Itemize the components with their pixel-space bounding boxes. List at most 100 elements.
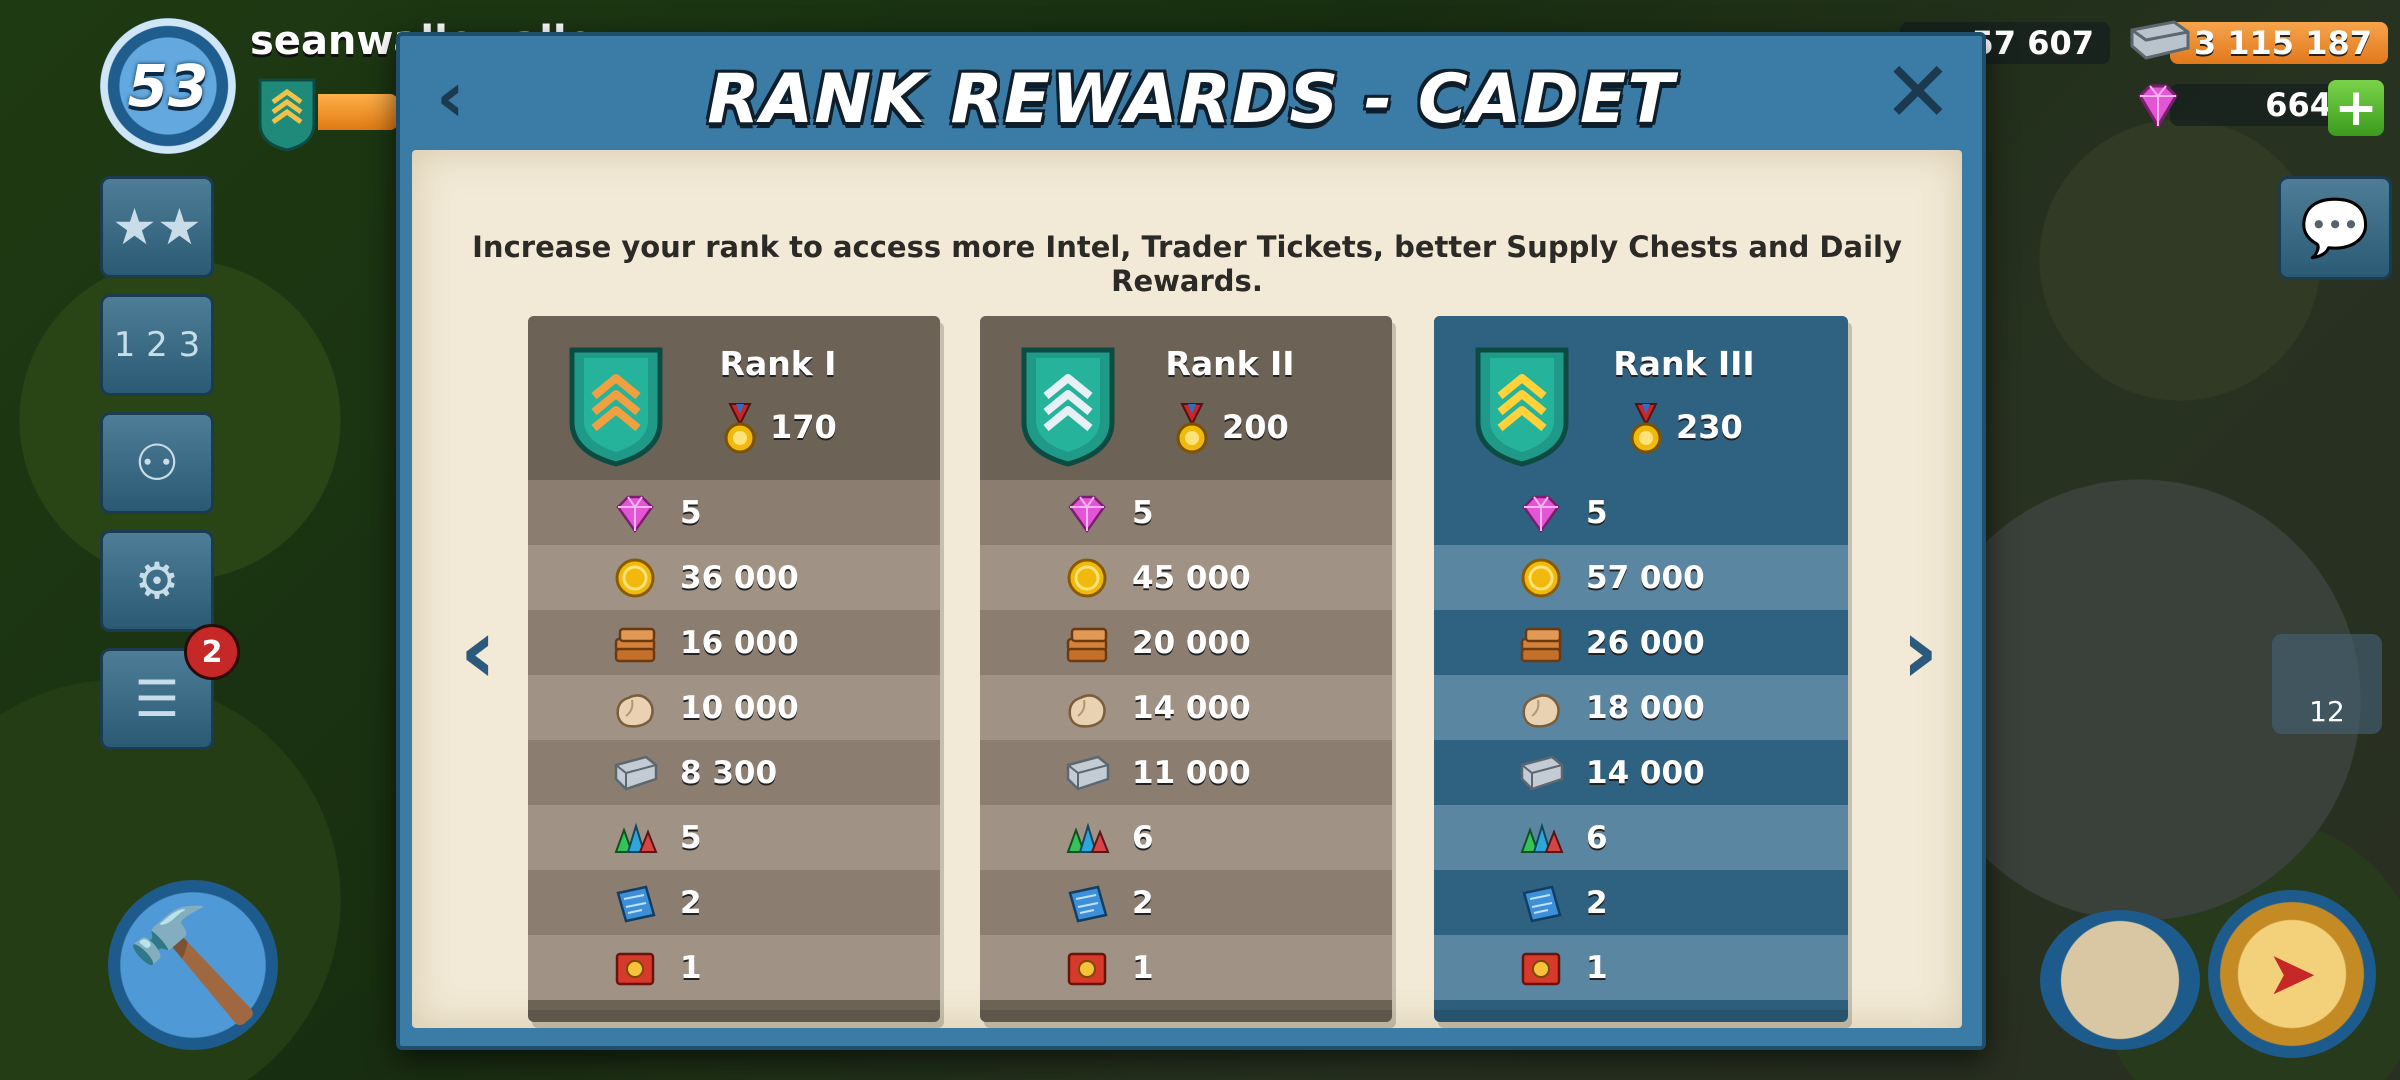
intel-icon <box>1522 885 1562 923</box>
rank-card-1: Rank I 170 5 36 000 16 000 10 000 8 300 5 2 1 <box>528 316 940 1022</box>
medal-icon <box>1630 403 1662 454</box>
rank-shield-icon[interactable] <box>256 76 318 152</box>
reward-value: 5 <box>1586 495 1608 531</box>
previous-rank-button[interactable]: ‹ <box>450 607 506 697</box>
settings-button[interactable]: ⚙ <box>100 530 214 632</box>
rank-card-2: Rank II 200 5 45 000 20 000 14 000 11 000 6 2 1 <box>980 316 1392 1022</box>
achievements-button[interactable]: ★★ <box>100 176 214 278</box>
rank-card-header: Rank III 230 <box>1434 316 1848 480</box>
rank-name: Rank III <box>1613 344 1755 383</box>
card-footer <box>980 1010 1392 1022</box>
iron-icon <box>1066 755 1110 791</box>
rank-card-header: Rank I 170 <box>528 316 940 480</box>
reward-row: 5 <box>528 805 940 870</box>
iron-resource-value: 3 115 187 <box>2193 24 2372 62</box>
chat-button[interactable]: 💬 <box>2278 176 2392 280</box>
diamond-icon <box>616 495 654 534</box>
reward-value: 5 <box>680 820 702 856</box>
iron-icon <box>2130 20 2190 60</box>
player-level-badge[interactable]: 53 <box>100 18 236 154</box>
leaderboard-icon: 1 2 3 <box>113 325 201 365</box>
power-stones-icon <box>614 822 658 853</box>
diamond-icon <box>1068 495 1106 534</box>
stone-icon <box>1068 694 1106 728</box>
card-footer <box>1434 1010 1848 1022</box>
reward-value: 1 <box>1586 950 1608 986</box>
trader-ticket-icon <box>615 952 655 986</box>
reward-value: 8 300 <box>680 755 778 791</box>
reward-row: 5 <box>1434 480 1848 545</box>
rank-description: Increase your rank to access more Intel,… <box>472 230 1902 298</box>
rank-card-3: Rank III 230 5 57 000 26 000 18 000 14 000 6 2 1 <box>1434 316 1848 1022</box>
task-force-button[interactable]: ⚇ <box>100 412 214 514</box>
rank-name: Rank II <box>1165 344 1295 383</box>
reward-value: 11 000 <box>1132 755 1251 791</box>
reward-value: 5 <box>680 495 702 531</box>
next-rank-button[interactable]: › <box>1892 607 1948 697</box>
rewards-list: 5 45 000 20 000 14 000 11 000 6 2 1 <box>980 480 1392 1000</box>
stone-icon <box>1522 694 1560 728</box>
rewards-list: 5 36 000 16 000 10 000 8 300 5 2 1 <box>528 480 940 1000</box>
gems-resource-value: 664 <box>2265 86 2332 124</box>
reward-row: 2 <box>980 870 1392 935</box>
newspaper-icon: ☰ <box>134 670 180 728</box>
card-footer <box>528 1010 940 1022</box>
plus-icon: + <box>2334 78 2378 138</box>
reward-row: 5 <box>528 480 940 545</box>
trader-ticket-icon <box>1067 952 1107 986</box>
iron-resource-bar: 3 115 187 <box>2170 22 2388 64</box>
medals-required: 230 <box>1676 408 1743 446</box>
reward-value: 57 000 <box>1586 560 1705 596</box>
gold-coin-icon <box>1521 558 1561 598</box>
reward-row: 6 <box>1434 805 1848 870</box>
compass-icon: ➤ <box>2266 939 2318 1009</box>
reward-value: 2 <box>680 885 702 921</box>
stone-icon <box>616 694 654 728</box>
close-button[interactable]: ✕ <box>1882 50 1954 134</box>
reward-value: 2 <box>1132 885 1154 921</box>
news-notification-badge: 2 <box>184 624 240 680</box>
reward-row: 20 000 <box>980 610 1392 675</box>
modal-body: Increase your rank to access more Intel,… <box>412 150 1962 1028</box>
reward-row: 1 <box>528 935 940 1000</box>
reward-value: 1 <box>1132 950 1154 986</box>
leaderboard-button[interactable]: 1 2 3 <box>100 294 214 396</box>
buy-gems-button[interactable]: + <box>2328 80 2384 136</box>
reward-value: 14 000 <box>1586 755 1705 791</box>
people-icon: ⚇ <box>134 434 180 492</box>
reward-row: 14 000 <box>980 675 1392 740</box>
reward-value: 36 000 <box>680 560 799 596</box>
reward-value: 16 000 <box>680 625 799 661</box>
reward-value: 1 <box>680 950 702 986</box>
rank-shield-icon <box>569 347 663 467</box>
rank-name: Rank I <box>719 344 837 383</box>
rewards-list: 5 57 000 26 000 18 000 14 000 6 2 1 <box>1434 480 1848 1000</box>
reward-row: 45 000 <box>980 545 1392 610</box>
reward-value: 45 000 <box>1132 560 1251 596</box>
build-button[interactable]: 🔨 <box>108 880 278 1050</box>
reward-row: 2 <box>528 870 940 935</box>
reward-row: 36 000 <box>528 545 940 610</box>
compass-button[interactable]: ➤ <box>2208 890 2376 1058</box>
medals-required: 200 <box>1222 408 1289 446</box>
reward-value: 18 000 <box>1586 690 1705 726</box>
wood-icon <box>614 627 656 663</box>
gems-resource-bar: 664 <box>2170 84 2348 126</box>
reward-row: 16 000 <box>528 610 940 675</box>
intel-icon <box>1068 885 1108 923</box>
medals-required: 170 <box>770 408 837 446</box>
wood-icon <box>1520 627 1562 663</box>
modal-title: RANK REWARDS - CADET <box>707 60 1675 139</box>
xp-bar <box>318 94 398 130</box>
diamond-icon <box>1522 495 1560 534</box>
reward-row: 6 <box>980 805 1392 870</box>
reward-row: 10 000 <box>528 675 940 740</box>
gold-coin-icon <box>1067 558 1107 598</box>
reward-value: 6 <box>1586 820 1608 856</box>
troops-button[interactable]: 12 <box>2272 634 2382 734</box>
world-map-button[interactable] <box>2040 910 2200 1050</box>
reward-value: 20 000 <box>1132 625 1251 661</box>
power-stones-icon <box>1066 822 1110 853</box>
gear-icon: ⚙ <box>134 552 180 610</box>
intel-icon <box>616 885 656 923</box>
